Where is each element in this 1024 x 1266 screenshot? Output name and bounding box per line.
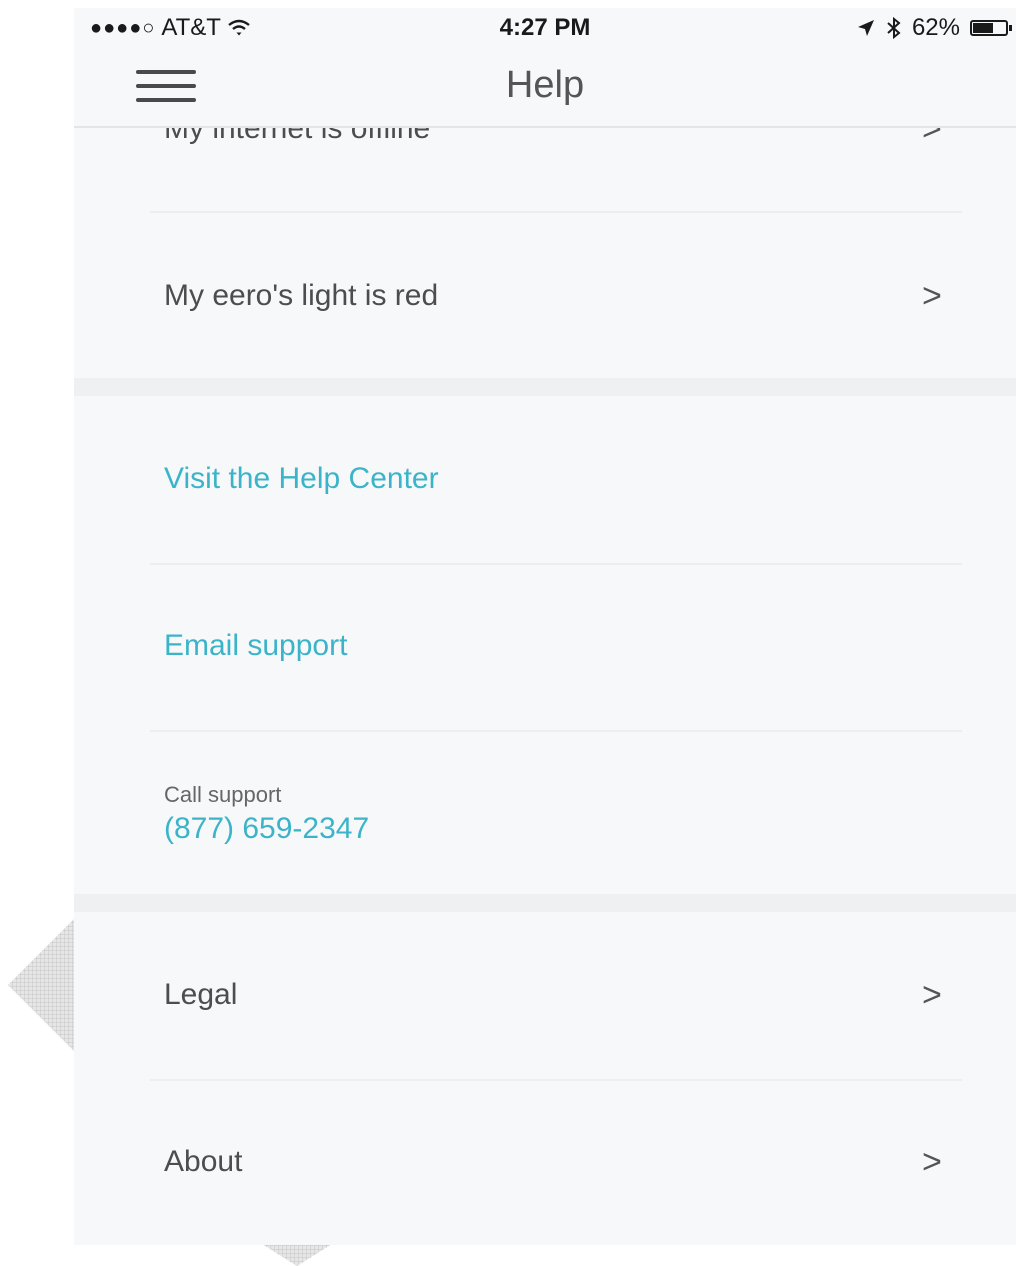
help-center-link[interactable]: Visit the Help Center	[74, 396, 1016, 563]
call-support-label: Call support	[164, 782, 282, 807]
battery-percent: 62%	[911, 14, 960, 41]
list-item-about[interactable]: About >	[74, 1081, 1016, 1245]
call-support-row[interactable]: Call support (877) 659-2347	[74, 732, 1016, 894]
list-item-label: About	[164, 1145, 243, 1178]
chevron-right-icon: >	[922, 976, 942, 1014]
phone-screen: ●●●●○ AT&T 4:27 PM 62% Help My internet …	[74, 8, 1016, 1245]
list-item-label: My eero's light is red	[164, 279, 439, 312]
email-support-link[interactable]: Email support	[74, 565, 1016, 730]
battery-icon	[970, 20, 1012, 36]
chevron-right-icon: >	[922, 1143, 942, 1181]
status-right: 62%	[856, 14, 1012, 42]
page-title: Help	[505, 64, 585, 106]
help-center-label: Visit the Help Center	[164, 462, 439, 495]
decorative-bottom-arrow	[262, 1244, 332, 1266]
list-item-label: Legal	[164, 978, 238, 1011]
decorative-left-arrow	[8, 915, 78, 1055]
status-bar: ●●●●○ AT&T 4:27 PM 62%	[74, 8, 1016, 48]
email-support-label: Email support	[164, 629, 348, 662]
chevron-right-icon: >	[922, 277, 942, 315]
list-item-legal[interactable]: Legal >	[74, 912, 1016, 1079]
bluetooth-icon	[887, 16, 901, 40]
section-separator	[74, 378, 1016, 396]
navigation-bar: Help	[74, 48, 1016, 128]
support-phone-number[interactable]: (877) 659-2347	[164, 812, 369, 846]
section-separator	[74, 894, 1016, 912]
location-arrow-icon	[857, 20, 874, 36]
battery-fill	[973, 23, 993, 33]
list-item-eero-light-red[interactable]: My eero's light is red >	[74, 213, 1016, 378]
